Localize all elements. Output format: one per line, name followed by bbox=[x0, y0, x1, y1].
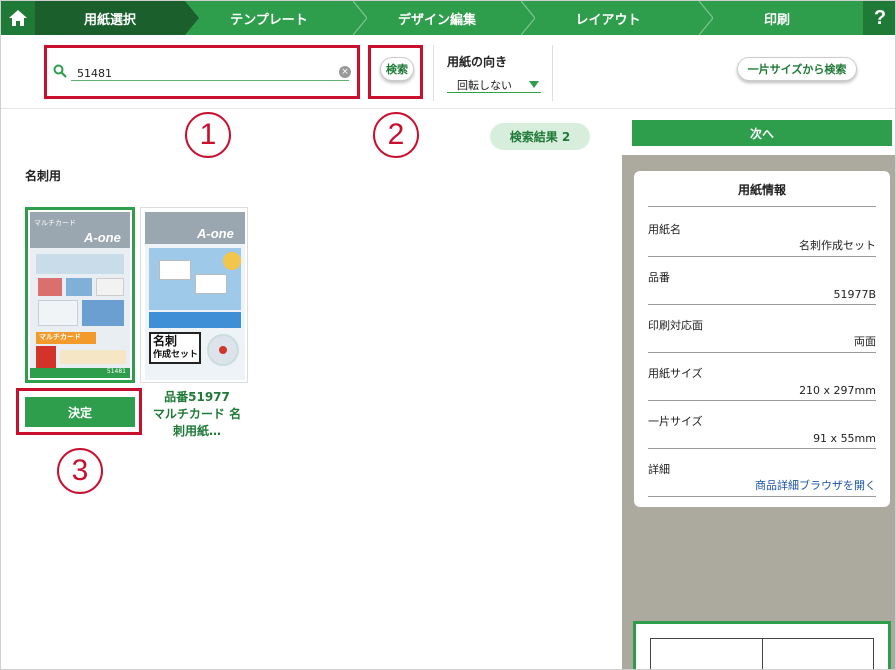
divider bbox=[552, 45, 553, 101]
step-navigation: 用紙選択 テンプレート デザイン編集 レイアウト 印刷 ? bbox=[1, 1, 895, 35]
product-thumbnail: A-one 名刺 作成セット bbox=[145, 212, 245, 380]
package-image bbox=[96, 278, 124, 296]
paper-info-title: 用紙情報 bbox=[648, 181, 876, 207]
info-value: 91 x 55mm bbox=[813, 432, 876, 445]
chevron-right-icon bbox=[185, 1, 199, 35]
package-code: 51481 bbox=[30, 368, 130, 378]
home-icon bbox=[9, 10, 27, 26]
package-image bbox=[60, 350, 126, 364]
help-button[interactable]: ? bbox=[863, 1, 895, 35]
caption-line: マルチカード 名 bbox=[152, 407, 242, 421]
step-label: テンプレート bbox=[230, 12, 308, 28]
step-paper-select[interactable]: 用紙選択 bbox=[35, 1, 185, 35]
help-icon: ? bbox=[873, 6, 887, 29]
caption-line: 刺用紙… bbox=[172, 424, 221, 438]
package-image bbox=[159, 260, 191, 280]
info-row-paper-name: 用紙名 名刺作成セット bbox=[648, 221, 876, 257]
package-image bbox=[38, 300, 78, 326]
info-row-details: 詳細 商品詳細ブラウザを開く bbox=[648, 461, 876, 497]
annotation-number-1: 1 bbox=[185, 112, 231, 158]
package-image bbox=[149, 312, 241, 328]
package-banner: マルチカード bbox=[36, 332, 96, 344]
chevron-right-icon bbox=[521, 1, 535, 35]
preview-sheet bbox=[650, 638, 874, 669]
dropdown-arrow-icon bbox=[529, 81, 539, 88]
step-label: 用紙選択 bbox=[83, 12, 136, 28]
info-row-print-side: 印刷対応面 両面 bbox=[648, 317, 876, 353]
package-title: 名刺 作成セット bbox=[149, 332, 201, 364]
package-image bbox=[195, 274, 227, 294]
info-key: 印刷対応面 bbox=[648, 319, 703, 332]
chevron-right-icon bbox=[699, 1, 713, 35]
step-label: 印刷 bbox=[763, 12, 790, 28]
preview-divider bbox=[762, 639, 763, 669]
package-image bbox=[38, 278, 62, 296]
step-template[interactable]: テンプレート bbox=[199, 1, 339, 35]
annotation-number-2: 2 bbox=[373, 112, 419, 158]
section-label: 名刺用 bbox=[25, 169, 62, 183]
product-caption: 品番51977 マルチカード 名 刺用紙… bbox=[141, 389, 253, 440]
info-row-product-number: 品番 51977B bbox=[648, 269, 876, 305]
step-print[interactable]: 印刷 bbox=[713, 1, 841, 35]
product-card-51977[interactable]: A-one 名刺 作成セット bbox=[140, 207, 248, 383]
package-title-line: 作成セット bbox=[153, 350, 199, 360]
home-button[interactable] bbox=[1, 1, 35, 35]
info-key: 一片サイズ bbox=[648, 415, 703, 428]
annotation-box-search-button bbox=[368, 45, 423, 99]
cd-image bbox=[219, 346, 227, 354]
size-search-label: 一片サイズから検索 bbox=[747, 63, 847, 76]
annotation-number-3: 3 bbox=[57, 448, 103, 494]
divider bbox=[433, 45, 434, 101]
orientation-select[interactable]: 回転しない bbox=[447, 77, 541, 93]
product-thumbnail: マルチカード A-one マルチカード 51481 bbox=[30, 212, 130, 378]
package-image bbox=[82, 300, 124, 326]
package-title-line: 名刺 bbox=[153, 334, 178, 348]
step-label: レイアウト bbox=[575, 12, 641, 28]
size-search-button[interactable]: 一片サイズから検索 bbox=[737, 57, 857, 81]
annotation-box-decide bbox=[16, 388, 142, 435]
info-value: 51977B bbox=[833, 288, 876, 301]
info-row-paper-size: 用紙サイズ 210 x 297mm bbox=[648, 365, 876, 401]
package-image bbox=[36, 254, 124, 274]
orientation-title: 用紙の向き bbox=[447, 55, 508, 69]
info-value: 名刺作成セット bbox=[799, 239, 876, 252]
package-image bbox=[36, 346, 56, 368]
package-tag: マルチカード bbox=[34, 219, 76, 227]
info-key: 用紙サイズ bbox=[648, 367, 703, 380]
search-toolbar: 51481 × 検索 用紙の向き 回転しない 一片サイズから検索 bbox=[1, 35, 895, 109]
info-key: 詳細 bbox=[648, 463, 670, 476]
step-label: デザイン編集 bbox=[397, 12, 476, 28]
info-key: 品番 bbox=[648, 271, 670, 284]
package-image bbox=[66, 278, 92, 296]
product-card-51481[interactable]: マルチカード A-one マルチカード 51481 bbox=[25, 207, 135, 383]
brand-logo: A-one bbox=[84, 230, 121, 245]
product-detail-link[interactable]: 商品詳細ブラウザを開く bbox=[755, 477, 876, 493]
info-key: 用紙名 bbox=[648, 223, 681, 236]
caption-line: 品番51977 bbox=[164, 390, 230, 404]
chevron-right-icon bbox=[353, 1, 367, 35]
next-button-label: 次へ bbox=[749, 126, 774, 141]
layout-preview bbox=[633, 621, 891, 669]
info-row-piece-size: 一片サイズ 91 x 55mm bbox=[648, 413, 876, 449]
annotation-box-search bbox=[44, 45, 360, 99]
brand-logo: A-one bbox=[197, 226, 234, 241]
step-design-edit[interactable]: デザイン編集 bbox=[367, 1, 507, 35]
step-layout[interactable]: レイアウト bbox=[535, 1, 681, 35]
paper-info-card: 用紙情報 用紙名 名刺作成セット 品番 51977B 印刷対応面 両面 用紙サイ… bbox=[634, 171, 890, 507]
orientation-value: 回転しない bbox=[457, 79, 512, 92]
info-value: 両面 bbox=[854, 335, 876, 348]
result-count-badge: 検索結果 2 bbox=[490, 123, 590, 150]
package-image bbox=[223, 252, 241, 270]
app-frame: 用紙選択 テンプレート デザイン編集 レイアウト 印刷 ? 51481 × 検索… bbox=[0, 0, 896, 670]
info-value: 210 x 297mm bbox=[799, 384, 876, 397]
next-button[interactable]: 次へ bbox=[632, 120, 892, 146]
